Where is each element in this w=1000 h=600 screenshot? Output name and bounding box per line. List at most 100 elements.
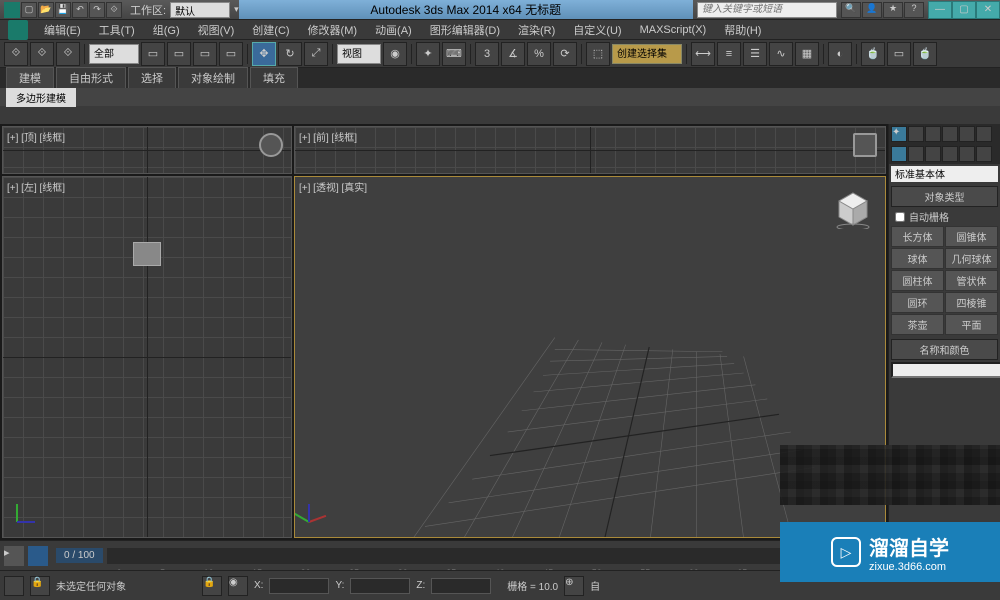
selection-lock-icon[interactable]: 🔒 — [202, 576, 222, 596]
autogrid-checkbox[interactable]: 自动栅格 — [891, 207, 998, 226]
name-color-header[interactable]: 名称和颜色 — [891, 339, 998, 360]
tab-selection[interactable]: 选择 — [128, 67, 176, 88]
viewcube-icon[interactable] — [833, 189, 873, 229]
sphere-button[interactable]: 球体 — [891, 248, 944, 269]
tab-modeling[interactable]: 建模 — [6, 67, 54, 88]
geosphere-button[interactable]: 几何球体 — [945, 248, 998, 269]
cylinder-button[interactable]: 圆柱体 — [891, 270, 944, 291]
cone-button[interactable]: 圆锥体 — [945, 226, 998, 247]
angle-snap-icon[interactable]: ∡ — [501, 42, 525, 66]
align-icon[interactable]: ≡ — [717, 42, 741, 66]
teapot-button[interactable]: 茶壶 — [891, 314, 944, 335]
favorites-icon[interactable]: ★ — [883, 2, 903, 18]
maximize-button[interactable]: ▢ — [952, 1, 976, 19]
signin-icon[interactable]: 👤 — [862, 2, 882, 18]
bind-icon[interactable]: ⟐ — [56, 42, 80, 66]
display-tab-icon[interactable] — [959, 126, 975, 142]
snap-toggle-icon[interactable]: 3 — [475, 42, 499, 66]
y-input[interactable] — [350, 578, 410, 594]
layers-icon[interactable]: ☰ — [743, 42, 767, 66]
render-frame-icon[interactable]: ▭ — [887, 42, 911, 66]
menu-maxscript[interactable]: MAXScript(X) — [634, 22, 713, 38]
tab-freeform[interactable]: 自由形式 — [56, 67, 126, 88]
viewport-left[interactable]: [+] [左] [线框] — [2, 176, 292, 538]
help-search-input[interactable] — [697, 2, 837, 18]
spacewarps-icon[interactable] — [976, 146, 992, 162]
menu-customize[interactable]: 自定义(U) — [567, 20, 627, 40]
render-setup-icon[interactable]: 🍵 — [861, 42, 885, 66]
selection-filter-dropdown[interactable]: 全部 — [89, 44, 139, 64]
named-selection-dropdown[interactable]: 创建选择集 — [612, 44, 682, 64]
new-icon[interactable]: ▢ — [21, 2, 37, 18]
window-crossing-icon[interactable]: ▭ — [219, 42, 243, 66]
plane-button[interactable]: 平面 — [945, 314, 998, 335]
isolate-icon[interactable]: ◉ — [228, 576, 248, 596]
refcoord-dropdown[interactable]: 视图 — [337, 44, 381, 64]
viewport-top[interactable]: [+] [顶] [线框] — [2, 126, 292, 174]
spinner-snap-icon[interactable]: ⟳ — [553, 42, 577, 66]
menu-grapheditors[interactable]: 图形编辑器(D) — [424, 20, 506, 40]
geometry-icon[interactable] — [891, 146, 907, 162]
rotate-icon[interactable]: ↻ — [278, 42, 302, 66]
set-key-icon[interactable] — [28, 546, 48, 566]
open-icon[interactable]: 📂 — [38, 2, 54, 18]
viewcube-icon[interactable] — [853, 133, 877, 157]
menu-create[interactable]: 创建(C) — [246, 20, 295, 40]
undo-icon[interactable]: ↶ — [72, 2, 88, 18]
move-icon[interactable]: ✥ — [252, 42, 276, 66]
schematic-icon[interactable]: ▦ — [795, 42, 819, 66]
menu-group[interactable]: 组(G) — [147, 20, 186, 40]
menu-modifiers[interactable]: 修改器(M) — [302, 20, 364, 40]
viewport-top-label[interactable]: [+] [顶] [线框] — [7, 129, 65, 144]
app-icon[interactable] — [4, 2, 20, 18]
box-button[interactable]: 长方体 — [891, 226, 944, 247]
minimize-button[interactable]: — — [928, 1, 952, 19]
viewport-left-label[interactable]: [+] [左] [线框] — [7, 179, 65, 194]
app-menu-icon[interactable] — [8, 20, 28, 40]
infocenter-icon[interactable]: 🔍 — [841, 2, 861, 18]
menu-views[interactable]: 视图(V) — [192, 20, 241, 40]
named-sel-icon[interactable]: ⬚ — [586, 42, 610, 66]
frame-indicator[interactable]: 0 / 100 — [56, 548, 103, 563]
torus-button[interactable]: 圆环 — [891, 292, 944, 313]
close-button[interactable]: ✕ — [976, 1, 1000, 19]
tab-populate[interactable]: 填充 — [250, 67, 298, 88]
cameras-icon[interactable] — [942, 146, 958, 162]
timeline-toggle-icon[interactable]: ▸ — [4, 546, 24, 566]
select-icon[interactable]: ▭ — [141, 42, 165, 66]
select-name-icon[interactable]: ▭ — [167, 42, 191, 66]
curve-editor-icon[interactable]: ∿ — [769, 42, 793, 66]
save-icon[interactable]: 💾 — [55, 2, 71, 18]
add-time-tag-icon[interactable]: ⊕ — [564, 576, 584, 596]
motion-tab-icon[interactable] — [942, 126, 958, 142]
utilities-tab-icon[interactable] — [976, 126, 992, 142]
link-icon[interactable]: ⟐ — [106, 2, 122, 18]
manipulate-icon[interactable]: ✦ — [416, 42, 440, 66]
modify-tab-icon[interactable] — [908, 126, 924, 142]
menu-animation[interactable]: 动画(A) — [369, 20, 418, 40]
help-icon[interactable]: ? — [904, 2, 924, 18]
viewport-front[interactable]: [+] [前] [线框] — [294, 126, 886, 174]
material-editor-icon[interactable]: ◐ — [828, 42, 852, 66]
viewport-persp-label[interactable]: [+] [透视] [真实] — [299, 179, 367, 194]
helpers-icon[interactable] — [959, 146, 975, 162]
menu-edit[interactable]: 编辑(E) — [38, 20, 87, 40]
menu-rendering[interactable]: 渲染(R) — [512, 20, 561, 40]
create-tab-icon[interactable]: ✦ — [891, 126, 907, 142]
percent-snap-icon[interactable]: % — [527, 42, 551, 66]
select-region-icon[interactable]: ▭ — [193, 42, 217, 66]
object-type-header[interactable]: 对象类型 — [891, 186, 998, 207]
redo-icon[interactable]: ↷ — [89, 2, 105, 18]
steering-wheel-icon[interactable] — [259, 133, 283, 157]
unlink-icon[interactable]: ⟐ — [30, 42, 54, 66]
x-input[interactable] — [269, 578, 329, 594]
mirror-icon[interactable]: ⟷ — [691, 42, 715, 66]
menu-help[interactable]: 帮助(H) — [718, 20, 767, 40]
render-icon[interactable]: 🍵 — [913, 42, 937, 66]
keyboard-icon[interactable]: ⌨ — [442, 42, 466, 66]
lock-icon[interactable]: 🔒 — [30, 576, 50, 596]
subtab-polymodeling[interactable]: 多边形建模 — [6, 88, 76, 107]
viewport-front-label[interactable]: [+] [前] [线框] — [299, 129, 357, 144]
pyramid-button[interactable]: 四棱锥 — [945, 292, 998, 313]
autokey-label[interactable]: 自 — [590, 578, 600, 593]
